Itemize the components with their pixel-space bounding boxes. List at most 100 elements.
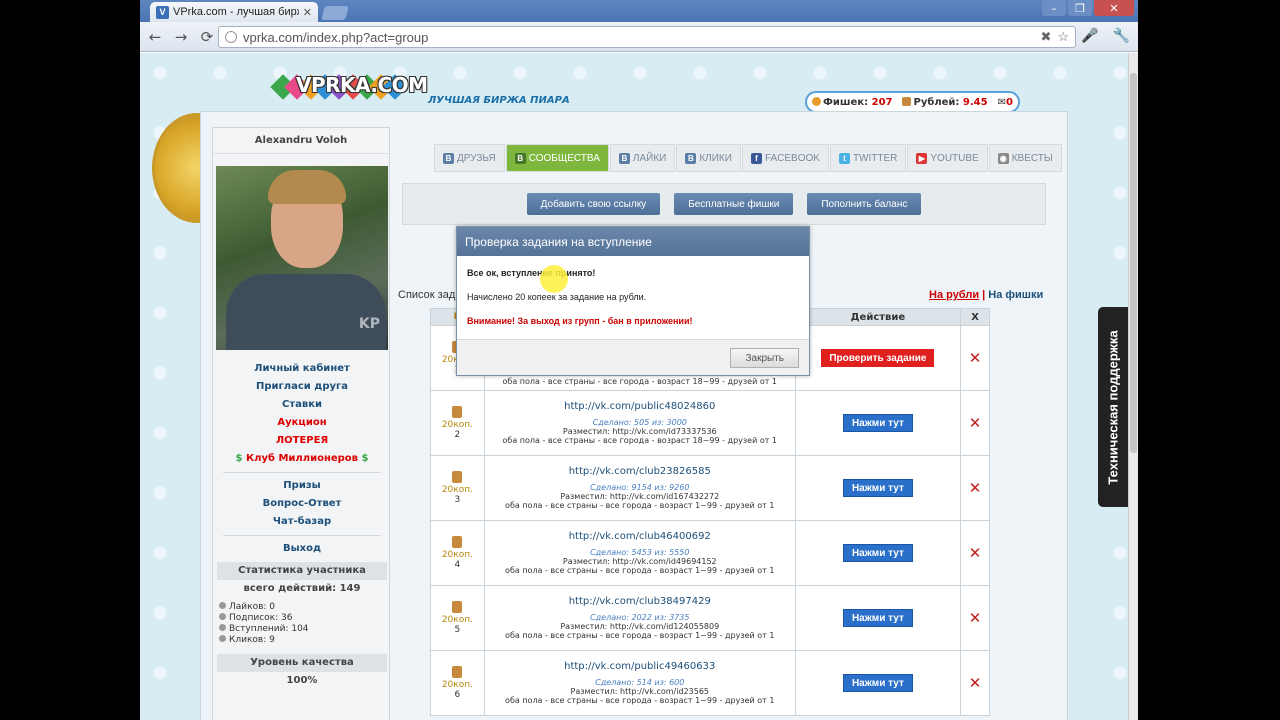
menu-item-invite[interactable]: Пригласи друга xyxy=(213,378,391,396)
user-icon xyxy=(219,613,226,620)
delete-icon[interactable]: ✕ xyxy=(969,479,982,497)
tab-facebook[interactable]: f FACEBOOK xyxy=(741,144,829,172)
reload-icon[interactable]: ⟳ xyxy=(196,26,218,48)
menu-item-lottery[interactable]: ЛОТЕРЕЯ xyxy=(213,432,391,450)
task-url[interactable]: http://vk.com/club23826585 xyxy=(569,466,711,477)
dialog-title: Проверка задания на вступление xyxy=(457,227,809,256)
stat-clicks: Кликов: 9 xyxy=(219,635,391,646)
browser-toolbar: ← → ⟳ vprka.com/index.php?act=group ✖ ☆ … xyxy=(140,22,1138,52)
menu-item-chat[interactable]: Чат-базар xyxy=(213,513,391,531)
window-close-icon[interactable]: ✕ xyxy=(1094,0,1134,16)
menu-item-prizes[interactable]: Призы xyxy=(213,477,391,495)
currency-switch: На рубли | На фишки xyxy=(929,289,1044,301)
delete-icon[interactable]: ✕ xyxy=(969,544,982,562)
rouble-icon xyxy=(452,406,463,418)
delete-icon[interactable]: ✕ xyxy=(969,609,982,627)
menu-item-bets[interactable]: Ставки xyxy=(213,396,391,414)
dialog-body: Все ок, вступление принято! Начислено 20… xyxy=(457,256,809,340)
task-url[interactable]: http://vk.com/club38497429 xyxy=(569,596,711,607)
messages-link[interactable]: ✉0 xyxy=(998,97,1013,108)
task-url[interactable]: http://vk.com/public48024860 xyxy=(564,401,715,412)
check-task-button[interactable]: Проверить задание xyxy=(821,349,935,367)
do-task-button[interactable]: Нажми тут xyxy=(842,414,913,432)
microphone-icon[interactable]: 🎤 xyxy=(1081,28,1098,44)
add-link-button[interactable]: Добавить свою ссылку xyxy=(526,193,661,215)
forward-icon[interactable]: → xyxy=(170,26,192,48)
do-task-button[interactable]: Нажми тут xyxy=(842,674,913,692)
do-task-button[interactable]: Нажми тут xyxy=(842,479,913,497)
rouble-icon xyxy=(452,471,463,483)
task-url[interactable]: http://vk.com/public49460633 xyxy=(564,661,715,672)
sidebar-menu: Личный кабинет Пригласи друга Ставки Аук… xyxy=(213,360,391,690)
delete-icon[interactable]: ✕ xyxy=(969,674,982,692)
dialog-close-button[interactable]: Закрыть xyxy=(730,348,799,368)
vk-icon: B xyxy=(685,152,697,164)
stats-list: Лайков: 0 Подписок: 36 Вступлений: 104 К… xyxy=(213,598,391,650)
delete-icon[interactable]: ✕ xyxy=(969,349,982,367)
currency-chips-link[interactable]: На фишки xyxy=(988,289,1043,301)
address-bar[interactable]: vprka.com/index.php?act=group ✖ ☆ xyxy=(218,26,1076,48)
maximize-icon[interactable]: ❐ xyxy=(1068,0,1092,16)
menu-item-cabinet[interactable]: Личный кабинет xyxy=(213,360,391,378)
tab-communities[interactable]: B СООБЩЕСТВА xyxy=(505,144,609,172)
rubles-balance: Рублей: 9.45 xyxy=(902,96,988,108)
back-icon[interactable]: ← xyxy=(144,26,166,48)
stats-title: Статистика участника xyxy=(217,562,387,580)
popup-blocked-icon[interactable]: ✖ xyxy=(1040,29,1051,45)
user-icon xyxy=(219,635,226,642)
menu-item-millionaires[interactable]: $ Клуб Миллионеров $ xyxy=(213,450,391,468)
bookmark-star-icon[interactable]: ☆ xyxy=(1057,29,1069,45)
menu-item-auction[interactable]: Аукцион xyxy=(213,414,391,432)
cursor-highlight xyxy=(540,265,568,293)
vk-icon: B xyxy=(618,152,630,164)
menu-item-faq[interactable]: Вопрос-Ответ xyxy=(213,495,391,513)
do-task-button[interactable]: Нажми тут xyxy=(842,609,913,627)
tab-title: VPrka.com - лучшая биржа от xyxy=(173,6,299,18)
vk-icon: B xyxy=(443,152,454,164)
window-controls: – ❐ ✕ xyxy=(1040,0,1134,16)
tab-twitter[interactable]: t TWITTER xyxy=(829,144,907,172)
new-tab-button[interactable] xyxy=(321,6,349,20)
user-icon xyxy=(219,624,226,631)
tab-clicks[interactable]: B КЛИКИ xyxy=(676,144,741,172)
tab-likes[interactable]: B ЛАЙКИ xyxy=(609,144,676,172)
tab-youtube[interactable]: ▶ YOUTUBE xyxy=(907,144,988,172)
dollar-icon: $ xyxy=(235,453,243,464)
tab-close-icon[interactable]: ✕ xyxy=(303,6,312,19)
rouble-icon xyxy=(452,666,463,678)
scrollbar-thumb[interactable] xyxy=(1130,73,1137,453)
do-task-button[interactable]: Нажми тут xyxy=(842,544,913,562)
username: Alexandru Voloh xyxy=(213,128,389,154)
top-up-button[interactable]: Пополнить баланс xyxy=(807,193,922,215)
free-chips-button[interactable]: Бесплатные фишки xyxy=(674,193,794,215)
logout-link[interactable]: Выход xyxy=(213,540,391,558)
col-action: Действие xyxy=(796,309,962,325)
dialog-info-text: Начислено 20 копеек за задание на рубли. xyxy=(467,292,647,302)
stats-total: всего действий: 149 xyxy=(243,583,361,594)
support-tab[interactable]: Техническая поддержка xyxy=(1098,307,1128,507)
wrench-icon[interactable]: 🔧 xyxy=(1113,28,1130,44)
table-row: 20коп. 2 http://vk.com/public48024860 Сдел… xyxy=(430,391,990,456)
avatar: KP xyxy=(216,166,388,350)
currency-rub-link[interactable]: На рубли xyxy=(929,289,979,301)
page-scrollbar[interactable] xyxy=(1128,53,1138,720)
browser-tab[interactable]: V VPrka.com - лучшая биржа от ✕ xyxy=(150,2,318,22)
delete-icon[interactable]: ✕ xyxy=(969,414,982,432)
stat-likes: Лайков: 0 xyxy=(219,602,391,613)
tab-quests[interactable]: ◉ КВЕСТЫ xyxy=(988,144,1062,172)
site-logo[interactable]: VPRKA.COM xyxy=(270,71,428,103)
chips-icon xyxy=(812,96,821,106)
user-icon xyxy=(219,602,226,609)
stat-joins: Вступлений: 104 xyxy=(219,624,391,635)
tab-friends[interactable]: B ДРУЗЬЯ xyxy=(434,144,505,172)
logo-text: VPRKA.COM xyxy=(296,73,428,97)
minimize-icon[interactable]: – xyxy=(1042,0,1066,16)
toolbar-right: 🎤 🔧 xyxy=(1081,28,1130,44)
left-sidebar: Alexandru Voloh KP Личный кабинет Пригла… xyxy=(212,127,390,720)
table-row: 20коп. 5 http://vk.com/club38497429 Сделан… xyxy=(430,586,990,651)
balance-panel: Фишек: 207 Рублей: 9.45 ✉0 xyxy=(805,91,1020,113)
task-url[interactable]: http://vk.com/club46400692 xyxy=(569,531,711,542)
twitter-icon: t xyxy=(838,152,850,164)
stat-subs: Подписок: 36 xyxy=(219,613,391,624)
vk-icon: B xyxy=(514,152,526,164)
